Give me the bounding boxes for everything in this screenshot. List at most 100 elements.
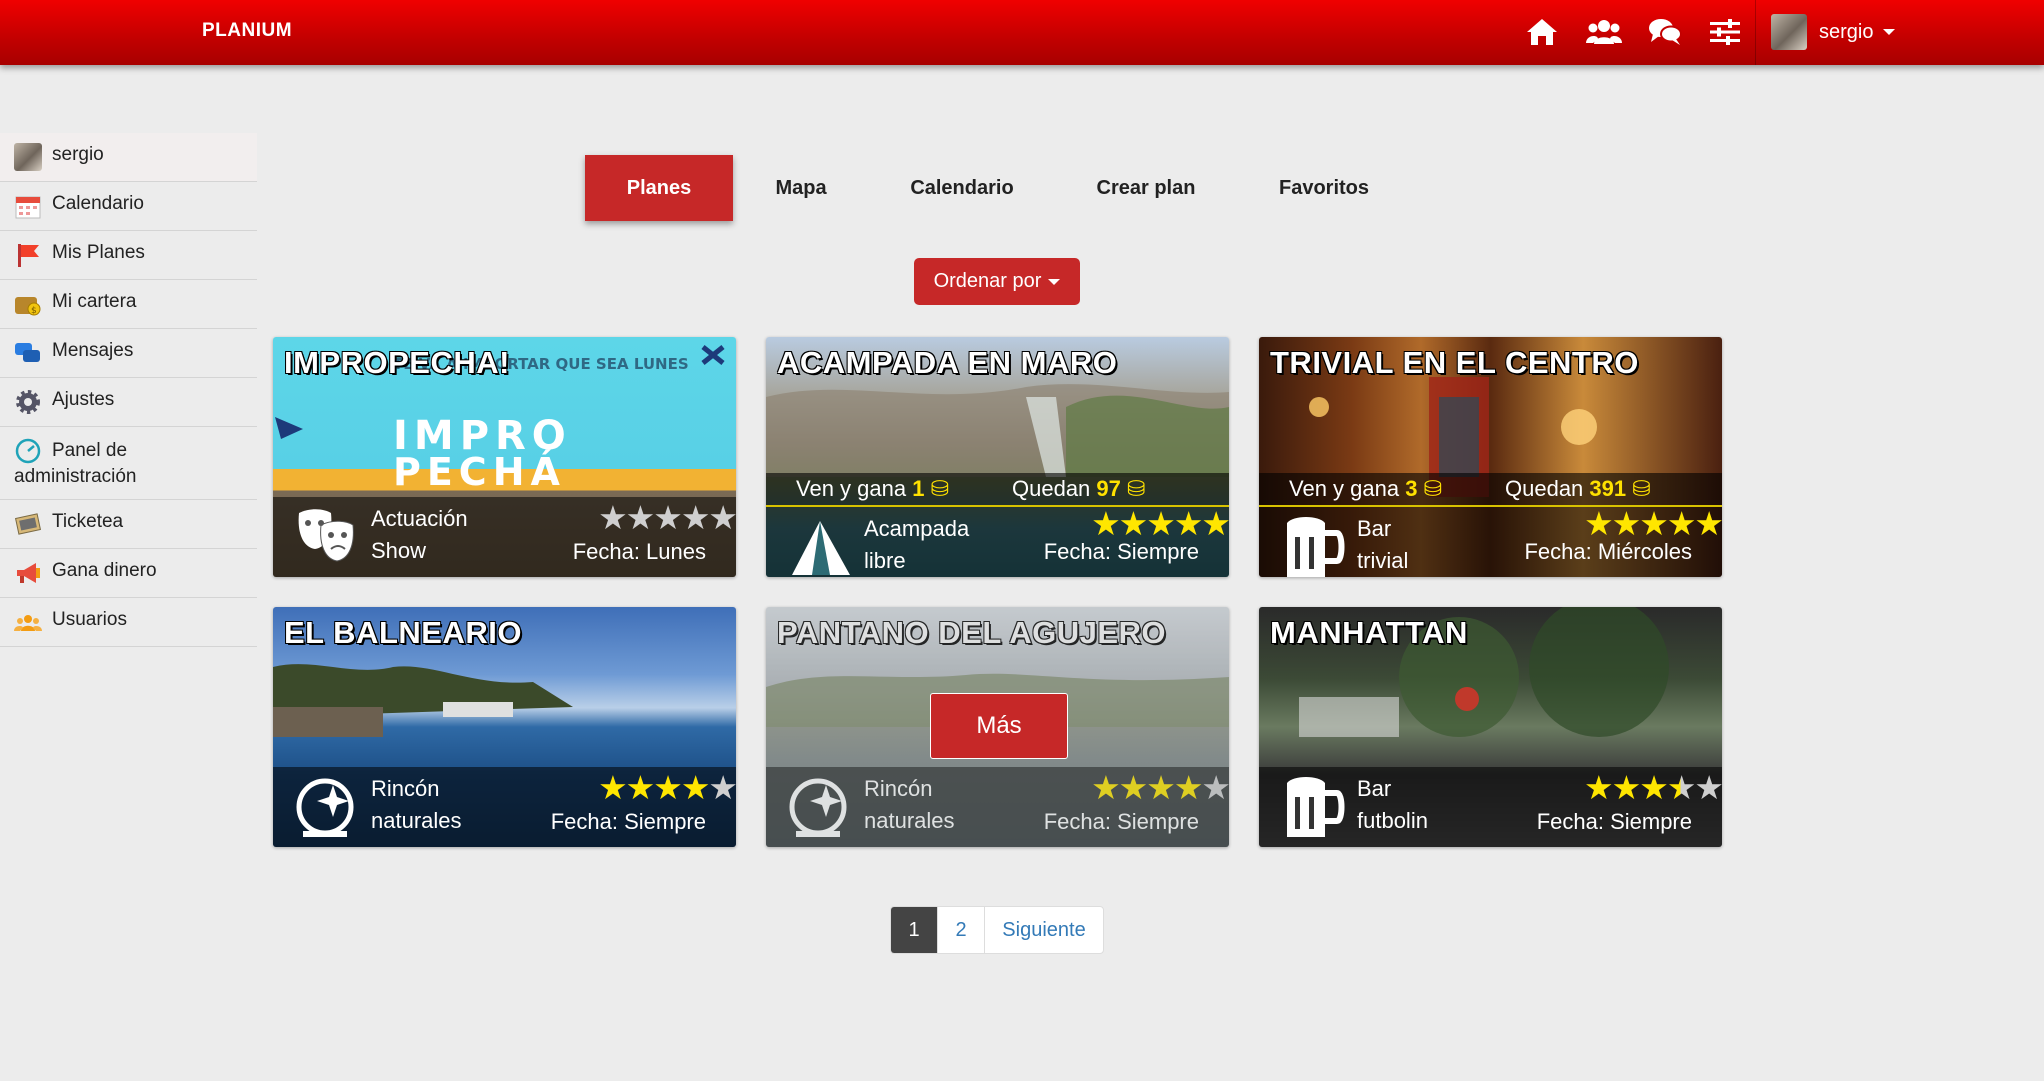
svg-text:$: $ (31, 306, 37, 316)
plan-rating: ★★★★★ (598, 769, 736, 806)
sidebar-item-label: Mis Planes (52, 242, 145, 263)
plan-rating: ★★★★★ (1584, 769, 1722, 806)
tab-mapa[interactable]: Mapa (747, 155, 855, 221)
page-1-button[interactable]: 1 (891, 907, 937, 953)
plan-category-sub: libre (864, 548, 906, 573)
sidebar-item-label: Ticketea (52, 511, 124, 532)
sort-button[interactable]: Ordenar por (914, 258, 1080, 305)
plan-category-main: Actuación (371, 506, 468, 531)
pagination: 1 2 Siguiente (890, 906, 1104, 954)
coins-icon: ⛁ (930, 476, 950, 501)
sidebar-item-usuarios[interactable]: Usuarios (0, 598, 257, 647)
earn-coins: 3 (1405, 476, 1418, 501)
sidebar-item-label: Mi cartera (52, 291, 137, 312)
gear-icon (14, 388, 42, 416)
plan-info-bar: Acampada libre ★★★★★ Fecha: Siempre (766, 507, 1229, 577)
user-menu[interactable]: sergio (1771, 12, 1896, 52)
sidebar-item-label: Gana dinero (52, 560, 157, 581)
sidebar-item-mi-cartera[interactable]: $ Mi cartera (0, 280, 257, 329)
home-icon[interactable] (1523, 13, 1561, 51)
top-navbar: PLANIUM sergio (0, 0, 2044, 65)
plan-card[interactable]: EL BALNEARIO Rincón naturales ★★★★★ Fech… (273, 607, 736, 847)
sidebar: sergio Calendario Mis Planes $ Mi carter… (0, 133, 257, 647)
avatar (14, 143, 42, 171)
plan-category: Rincón naturales (864, 773, 955, 837)
plan-card[interactable]: PANTANO DEL AGUJERO Rincón naturales ★★★… (766, 607, 1229, 847)
plan-title: EL BALNEARIO (284, 615, 522, 650)
plan-date: Fecha: Siempre (1043, 539, 1199, 564)
plan-date: Fecha: Siempre (550, 809, 706, 834)
tent-icon (792, 521, 850, 575)
chat-icon[interactable] (1646, 13, 1684, 51)
sidebar-item-label: sergio (52, 144, 104, 165)
svg-text:PECHÁ: PECHÁ (393, 450, 566, 494)
tab-calendario[interactable]: Calendario (890, 155, 1034, 221)
earn-label: Ven y gana (796, 476, 907, 501)
sidebar-item-label: Usuarios (52, 609, 127, 630)
plan-rating: ★★★★★ (598, 499, 736, 536)
plan-date: Fecha: Siempre (1043, 809, 1199, 834)
plan-info-bar: Bar futbolin ★★★★★ Fecha: Siempre (1259, 767, 1722, 847)
remaining-label: Quedan (1505, 476, 1584, 501)
plan-card[interactable]: ACAMPADA EN MARO Ven y gana 1 ⛁ Quedan 9… (766, 337, 1229, 577)
sidebar-item-profile[interactable]: sergio (0, 133, 257, 182)
sidebar-item-mensajes[interactable]: Mensajes (0, 329, 257, 378)
plan-title: PANTANO DEL AGUJERO (777, 615, 1166, 650)
page-2-button[interactable]: 2 (937, 907, 984, 953)
plan-category-main: Rincón (371, 776, 440, 801)
avatar (1771, 14, 1807, 50)
sidebar-item-calendario[interactable]: Calendario (0, 182, 257, 231)
plan-coins-row: Ven y gana 1 ⛁ Quedan 97 ⛁ (766, 473, 1229, 507)
plan-card[interactable]: MANHATTAN Bar futbolin ★★★★★ Fecha: Siem… (1259, 607, 1722, 847)
users-icon (14, 608, 42, 636)
sidebar-item-label: Calendario (52, 193, 144, 214)
plan-date: Fecha: Miércoles (1524, 539, 1692, 564)
plan-info-bar: Rincón naturales ★★★★★ Fecha: Siempre (273, 767, 736, 847)
more-button[interactable]: Más (930, 693, 1068, 759)
plan-card[interactable]: TRIVIAL EN EL CENTRO Ven y gana 3 ⛁ Qued… (1259, 337, 1722, 577)
tab-planes[interactable]: Planes (585, 155, 733, 221)
flag-icon (14, 241, 42, 269)
next-page-button[interactable]: Siguiente (984, 907, 1103, 953)
coins-icon: ⛁ (1127, 476, 1146, 501)
plan-category-main: Rincón (864, 776, 933, 801)
plan-card[interactable]: TE VA A IMPORTAR QUE SEA LUNES IMPRO PEC… (273, 337, 736, 577)
plan-rating: ★★★★★ (1091, 769, 1229, 806)
plan-category: Bar futbolin (1357, 773, 1428, 837)
calendar-icon (14, 192, 42, 220)
sidebar-item-label: Ajustes (52, 389, 115, 410)
plan-category: Acampada libre (864, 513, 969, 577)
nature-icon (296, 778, 354, 837)
sidebar-item-panel-admin[interactable]: Panel de administración (0, 427, 257, 500)
sort-button-label: Ordenar por (933, 270, 1042, 292)
sidebar-item-ticketea[interactable]: Ticketea (0, 500, 257, 549)
users-icon[interactable] (1585, 13, 1623, 51)
earn-label: Ven y gana (1289, 476, 1400, 501)
sidebar-item-mis-planes[interactable]: Mis Planes (0, 231, 257, 280)
brand-logo[interactable]: PLANIUM (202, 20, 292, 42)
plan-category-main: Bar (1357, 776, 1392, 801)
sliders-icon[interactable] (1706, 13, 1744, 51)
coins-icon: ⛁ (1632, 476, 1651, 501)
plan-category-sub: trivial (1357, 548, 1409, 573)
sidebar-item-ajustes[interactable]: Ajustes (0, 378, 257, 427)
tab-crear-plan[interactable]: Crear plan (1075, 155, 1217, 221)
plan-category: Actuación Show (371, 503, 468, 567)
plan-title: ACAMPADA EN MARO (777, 345, 1118, 380)
plan-rating: ★★★★★ (1584, 505, 1722, 542)
plan-category-sub: naturales (371, 808, 462, 833)
plan-title: IMPROPECHA! (284, 345, 510, 380)
sidebar-item-gana-dinero[interactable]: Gana dinero (0, 549, 257, 598)
tab-favoritos[interactable]: Favoritos (1260, 155, 1388, 221)
sidebar-item-label: Mensajes (52, 340, 134, 361)
plan-rating: ★★★★★ (1091, 505, 1229, 542)
navbar-divider (1755, 0, 1756, 65)
dashboard-icon (14, 437, 42, 465)
plan-category-sub: naturales (864, 808, 955, 833)
coins-icon: ⛁ (1423, 476, 1443, 501)
plan-coins-row: Ven y gana 3 ⛁ Quedan 391 ⛁ (1259, 473, 1722, 507)
plan-category-sub: futbolin (1357, 808, 1428, 833)
messages-icon (14, 339, 42, 367)
plan-category-main: Acampada (864, 516, 970, 541)
user-name: sergio (1819, 20, 1874, 43)
